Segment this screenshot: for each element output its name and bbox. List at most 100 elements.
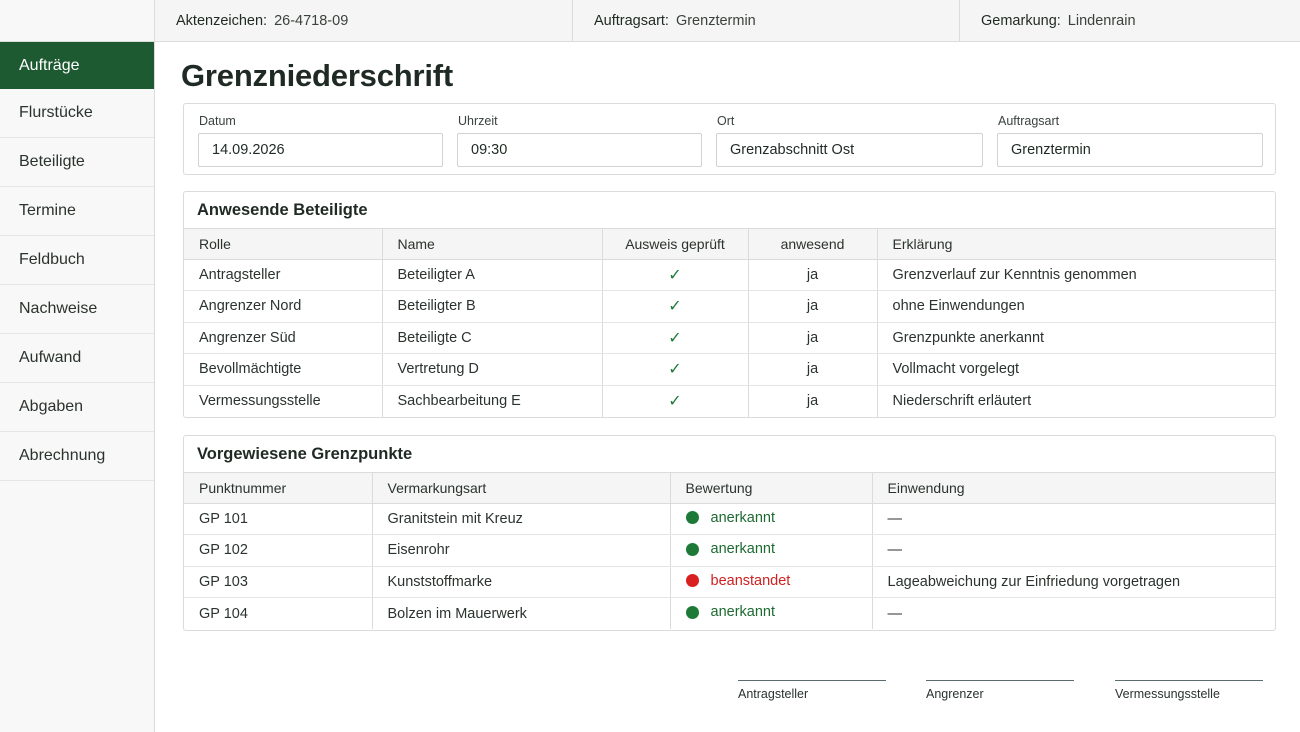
sidebar-item-abrechnung[interactable]: Abrechnung [0, 432, 154, 481]
datum-field-group: Datum 14.09.2026 [198, 114, 443, 167]
rolle-cell: Antragsteller [184, 259, 383, 291]
column-header-vermarkungsart[interactable]: Vermarkungsart [372, 473, 671, 504]
erklaerung-cell: Grenzverlauf zur Kenntnis genommen [877, 259, 1275, 291]
gemarkung-value: Lindenrain [1067, 12, 1136, 29]
auftragsart-field-label: Auftragsart [998, 114, 1060, 128]
table-row[interactable]: Antragsteller Beteiligter A ✓ ja Grenzve… [184, 259, 1275, 291]
bewertung-cell: anerkannt [670, 534, 873, 567]
grenzpunkte-title: Vorgewiesene Grenzpunkte [184, 436, 1275, 473]
anwesend-cell: ja [748, 259, 878, 291]
grenzpunkte-table: Punktnummer Vermarkungsart Bewertung Ein… [184, 473, 1275, 629]
sidebar-header [0, 0, 154, 42]
header-bar: Aktenzeichen: 26-4718-09 Auftragsart: Gr… [155, 0, 1300, 42]
bewertung-cell: beanstandet [670, 566, 873, 598]
column-header-ausweis[interactable]: Ausweis geprüft [602, 229, 749, 260]
check-icon: ✓ [602, 290, 749, 323]
erklaerung-cell: Vollmacht vorgelegt [877, 353, 1275, 386]
table-header-row: Punktnummer Vermarkungsart Bewertung Ein… [184, 473, 1275, 504]
auftragsart-label: Auftragsart: [594, 12, 669, 29]
datum-label: Datum [199, 114, 236, 128]
sidebar: Aufträge Flurstücke Beteiligte Termine F… [0, 0, 155, 732]
rolle-cell: Vermessungsstelle [184, 385, 383, 417]
sidebar-item-auftraege[interactable]: Aufträge [0, 42, 154, 89]
signature-line-vermessungsstelle[interactable] [1115, 680, 1263, 681]
uhrzeit-label: Uhrzeit [458, 114, 498, 128]
sidebar-item-nachweise[interactable]: Nachweise [0, 285, 154, 334]
punkt-cell: GP 101 [184, 503, 373, 535]
anwesend-cell: ja [748, 322, 878, 354]
table-row[interactable]: GP 104 Bolzen im Mauerwerk anerkannt — [184, 597, 1275, 629]
status-dot-icon [685, 605, 699, 619]
erklaerung-cell: Grenzpunkte anerkannt [877, 322, 1275, 354]
einwendung-cell: — [872, 534, 1275, 567]
check-icon: ✓ [602, 385, 749, 417]
anwesend-cell: ja [748, 385, 878, 417]
erklaerung-cell: Niederschrift erläutert [892, 393, 1032, 409]
status-text: anerkannt [710, 509, 776, 526]
aktenzeichen-label: Aktenzeichen: [176, 12, 268, 29]
sidebar-item-flurstuecke[interactable]: Flurstücke [0, 89, 154, 138]
signature-label-angrenzer: Angrenzer [926, 687, 984, 701]
column-header-erklaerung[interactable]: Erklärung [877, 229, 1275, 260]
sidebar-item-termine[interactable]: Termine [0, 187, 154, 236]
gemarkung-label: Gemarkung: [981, 12, 1061, 29]
grenzpunkte-panel: Vorgewiesene Grenzpunkte Punktnummer Ver… [183, 435, 1276, 631]
sidebar-item-beteiligte[interactable]: Beteiligte [0, 138, 154, 187]
column-header-einwendung[interactable]: Einwendung [872, 473, 1275, 504]
table-header-row: Rolle Name Ausweis geprüft anwesend Erkl… [184, 229, 1275, 260]
beteiligte-table: Rolle Name Ausweis geprüft anwesend Erkl… [184, 229, 1275, 417]
einwendung-cell: — [887, 605, 903, 622]
table-row[interactable]: Bevollmächtigte Vertretung D ✓ ja Vollma… [184, 353, 1275, 386]
name-cell: Beteiligte C [382, 322, 603, 354]
punkt-cell: GP 103 [184, 566, 373, 598]
table-row[interactable]: Angrenzer Nord Beteiligter B ✓ ja ohne E… [184, 290, 1275, 323]
table-row[interactable]: Vermessungsstelle Sachbearbeitung E ✓ ja… [184, 385, 1275, 417]
column-header-anwesend[interactable]: anwesend [748, 229, 878, 260]
check-icon: ✓ [602, 322, 749, 354]
table-row[interactable]: GP 103 Kunststoffmarke beanstandet Lagea… [184, 566, 1275, 598]
anwesend-cell: ja [748, 290, 878, 323]
table-row[interactable]: GP 101 Granitstein mit Kreuz anerkannt — [184, 503, 1275, 535]
signature-label-vermessungsstelle: Vermessungsstelle [1115, 687, 1220, 701]
punkt-cell: GP 104 [184, 597, 373, 629]
auftragsart-field-group: Auftragsart Grenztermin [997, 114, 1263, 167]
uhrzeit-field[interactable]: 09:30 [457, 133, 702, 167]
art-cell: Eisenrohr [372, 534, 671, 567]
column-header-name[interactable]: Name [382, 229, 603, 260]
status-badge: beanstandet [685, 573, 790, 589]
punkt-cell: GP 102 [184, 534, 373, 567]
status-dot-icon [685, 542, 699, 556]
signature-line-angrenzer[interactable] [926, 680, 1074, 681]
column-header-rolle[interactable]: Rolle [184, 229, 383, 260]
column-header-bewertung[interactable]: Bewertung [670, 473, 873, 504]
datum-field[interactable]: 14.09.2026 [198, 133, 443, 167]
auftragsart-field[interactable]: Grenztermin [997, 133, 1263, 167]
bewertung-cell: anerkannt [670, 503, 873, 535]
rolle-cell: Angrenzer Nord [184, 290, 383, 323]
name-cell: Beteiligter B [382, 290, 603, 323]
status-text: anerkannt [710, 541, 776, 557]
status-badge: anerkannt [685, 541, 776, 557]
beteiligte-title: Anwesende Beteiligte [184, 192, 1275, 229]
erklaerung-cell: ohne Einwendungen [877, 290, 1275, 323]
sidebar-item-feldbuch[interactable]: Feldbuch [0, 236, 154, 285]
rolle-cell: Angrenzer Süd [184, 322, 383, 354]
status-dot-icon [685, 574, 699, 587]
status-badge: anerkannt [685, 509, 776, 526]
art-cell: Granitstein mit Kreuz [372, 503, 671, 535]
table-row[interactable]: GP 102 Eisenrohr anerkannt — [184, 534, 1275, 567]
ort-field[interactable]: Grenzabschnitt Ost [716, 133, 983, 167]
sidebar-item-aufwand[interactable]: Aufwand [0, 334, 154, 383]
name-cell: Beteiligter A [382, 259, 603, 291]
column-header-punktnummer[interactable]: Punktnummer [184, 473, 373, 504]
auftragsart-value: Grenztermin [675, 12, 756, 29]
art-cell: Kunststoffmarke [372, 566, 671, 598]
einwendung-cell: Lageabweichung zur Einfriedung vorgetrag… [872, 566, 1275, 598]
table-row[interactable]: Angrenzer Süd Beteiligte C ✓ ja Grenzpun… [184, 322, 1275, 354]
ort-field-group: Ort Grenzabschnitt Ost [716, 114, 983, 167]
header-aktenzeichen: Aktenzeichen: 26-4718-09 [155, 0, 573, 41]
beteiligte-panel: Anwesende Beteiligte Rolle Name Ausweis … [183, 191, 1276, 418]
status-badge: anerkannt [685, 604, 775, 620]
signature-line-antragsteller[interactable] [738, 680, 886, 681]
sidebar-item-abgaben[interactable]: Abgaben [0, 383, 154, 432]
